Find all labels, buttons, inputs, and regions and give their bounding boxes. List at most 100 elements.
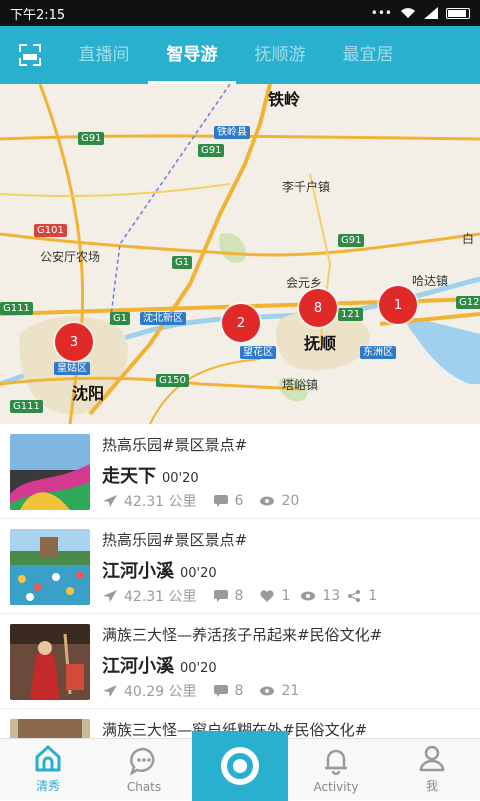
- comment-icon[interactable]: [213, 684, 229, 698]
- comment-icon[interactable]: [213, 589, 229, 603]
- location-arrow-icon: [103, 590, 117, 602]
- bottom-tab-bar: 清秀 Chats Activity 我: [0, 731, 480, 801]
- map-label-haida: 哈达镇: [412, 274, 449, 288]
- map-label-fushun: 抚顺: [304, 334, 337, 353]
- feed-thumbnail: [10, 624, 90, 700]
- feed-meta: 42.31 公里 8 1 13 1: [102, 586, 393, 606]
- road-badge-g111-a: G111: [0, 302, 33, 315]
- road-badge-g150: G150: [156, 374, 189, 387]
- map-label-bai: 白: [462, 232, 475, 246]
- chat-icon: [129, 747, 155, 776]
- feed-item[interactable]: 热高乐园#景区景点# 走天下 00'20 42.31 公里 6 20: [0, 424, 480, 519]
- feed-thumbnail: [10, 719, 90, 738]
- feed-duration: 00'20: [162, 471, 199, 486]
- person-icon: [419, 745, 445, 772]
- scan-icon: [19, 44, 41, 66]
- feed-comments: 6: [234, 493, 244, 509]
- comment-icon[interactable]: [213, 494, 229, 508]
- tab-activity[interactable]: Activity: [288, 739, 384, 800]
- map-label-dongzhou: 东洲区: [360, 346, 396, 359]
- status-icons: •••: [371, 6, 470, 20]
- map-label-tieling: 铁岭: [268, 90, 301, 109]
- share-icon[interactable]: [346, 589, 362, 603]
- camera-button[interactable]: [192, 731, 288, 801]
- map-label-shenyang: 沈阳: [72, 384, 105, 403]
- wifi-icon: [401, 8, 415, 18]
- tab-smart-guide[interactable]: 智导游: [148, 26, 236, 84]
- tab-home-label: 清秀: [35, 779, 60, 793]
- location-arrow-icon: [103, 495, 117, 507]
- map-view[interactable]: 铁岭 铁岭县 G91 G91 李千户镇 G101 G91 公安厅农场 G1 会元…: [0, 84, 480, 424]
- heart-icon[interactable]: [259, 589, 275, 603]
- map-pin-3[interactable]: 3: [55, 323, 93, 361]
- feed-distance: 42.31 公里: [124, 494, 197, 510]
- feed-comments: 8: [234, 683, 244, 699]
- feed-views: 21: [281, 683, 300, 699]
- scan-button[interactable]: [0, 26, 60, 84]
- map-pin-1[interactable]: 1: [379, 286, 417, 324]
- eye-icon: [301, 591, 316, 601]
- home-icon: [35, 745, 61, 772]
- feed-duration: 00'20: [180, 661, 217, 676]
- road-badge-g91-a: G91: [78, 132, 105, 145]
- feed-shares: 1: [368, 588, 378, 604]
- battery-icon: [446, 7, 470, 19]
- feed-category: 满族三大怪—养活孩子吊起来#民俗文化#: [102, 626, 383, 644]
- road-badge-121: 121: [338, 308, 364, 321]
- top-tabs: 直播间 智导游 抚顺游 最宜居: [60, 26, 480, 84]
- tab-live[interactable]: 直播间: [60, 26, 148, 84]
- tab-chats-label: Chats: [126, 780, 162, 794]
- signal-icon: [424, 7, 438, 19]
- map-pin-2[interactable]: 2: [222, 304, 260, 342]
- map-label-tayu: 塔峪镇: [282, 378, 319, 392]
- feed-title[interactable]: 江河小溪 00'20: [102, 557, 217, 583]
- eye-icon: [260, 686, 275, 696]
- road-badge-g111-b: G111: [10, 400, 43, 413]
- feed-title[interactable]: 走天下 00'20: [102, 462, 199, 488]
- tab-fushun-travel[interactable]: 抚顺游: [236, 26, 324, 84]
- map-label-shenbei: 沈北新区: [140, 312, 186, 325]
- map-label-tieling-county: 铁岭县: [214, 126, 250, 139]
- feed-distance: 40.29 公里: [124, 684, 197, 700]
- eye-icon: [260, 496, 275, 506]
- feed-category: 热高乐园#景区景点#: [102, 531, 248, 549]
- tab-home[interactable]: 清秀: [0, 739, 96, 800]
- feed-meta: 40.29 公里 8 21: [102, 681, 315, 701]
- more-dots-icon: •••: [370, 6, 392, 20]
- tab-me[interactable]: 我: [384, 739, 480, 800]
- feed-comments: 8: [234, 588, 244, 604]
- status-time: 下午2:15: [10, 7, 66, 23]
- tab-livable[interactable]: 最宜居: [324, 26, 412, 84]
- feed-category: 热高乐园#景区景点#: [102, 436, 248, 454]
- top-bar: 直播间 智导游 抚顺游 最宜居: [0, 26, 480, 84]
- map-label-liqianhu: 李千户镇: [282, 180, 331, 194]
- feed-distance: 42.31 公里: [124, 589, 197, 605]
- road-badge-g1-b: G1: [110, 312, 131, 325]
- tab-camera[interactable]: [192, 731, 288, 801]
- feed-views: 13: [322, 588, 341, 604]
- feed-thumbnail: [10, 434, 90, 510]
- status-bar: 下午2:15 •••: [0, 0, 480, 26]
- road-badge-g91-c: G91: [338, 234, 365, 247]
- feed-views: 20: [281, 493, 300, 509]
- camera-icon: [221, 747, 259, 785]
- map-label-wanghua: 望花区: [240, 346, 276, 359]
- feed-item[interactable]: 热高乐园#景区景点# 江河小溪 00'20 42.31 公里 8 1 13 1: [0, 519, 480, 614]
- road-badge-g91-b: G91: [198, 144, 225, 157]
- tab-me-label: 我: [425, 779, 438, 793]
- feed-title[interactable]: 江河小溪 00'20: [102, 652, 217, 678]
- map-label-huanggu: 皇姑区: [54, 362, 90, 375]
- map-pin-8[interactable]: 8: [299, 289, 337, 327]
- feed-item[interactable]: 满族三大怪—养活孩子吊起来#民俗文化# 江河小溪 00'20 40.29 公里 8…: [0, 614, 480, 709]
- feed-meta: 42.31 公里 6 20: [102, 491, 315, 511]
- tab-activity-label: Activity: [313, 780, 359, 794]
- feed-duration: 00'20: [180, 566, 217, 581]
- map-label-gongan: 公安厅农场: [40, 250, 101, 264]
- road-badge-g101: G101: [34, 224, 67, 237]
- location-arrow-icon: [103, 685, 117, 697]
- bell-icon: [325, 749, 347, 776]
- road-badge-g1-a: G1: [172, 256, 193, 269]
- road-badge-g12: G12: [456, 296, 480, 309]
- feed-list: 热高乐园#景区景点# 走天下 00'20 42.31 公里 6 20 热高乐园#景…: [0, 424, 480, 738]
- tab-chats[interactable]: Chats: [96, 739, 192, 800]
